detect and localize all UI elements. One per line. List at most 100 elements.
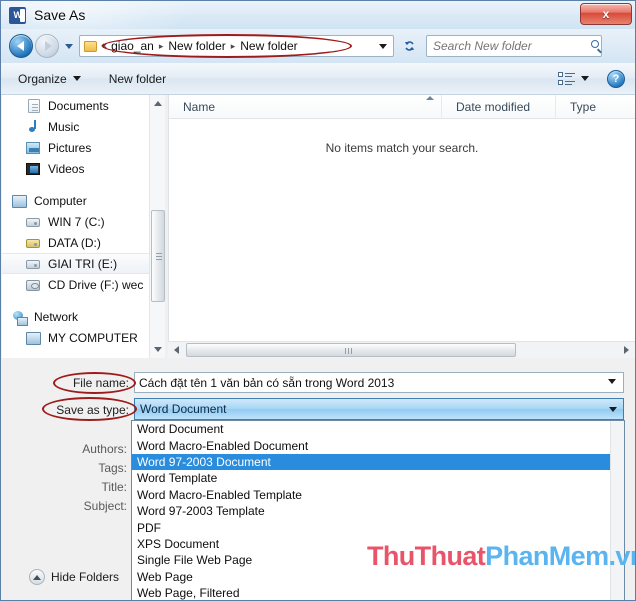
new-folder-label: New folder: [108, 71, 167, 86]
dropdown-option-pdf[interactable]: PDF: [132, 519, 624, 535]
sidebar-item-my-computer[interactable]: MY COMPUTER: [2, 327, 154, 348]
dropdown-option-word-document[interactable]: Word Document: [132, 421, 624, 437]
hard-drive-icon: [26, 214, 42, 230]
chevron-down-icon: [154, 347, 162, 352]
file-name-dropdown-button[interactable]: [608, 379, 616, 384]
file-name-input[interactable]: [134, 372, 624, 393]
watermark-part-1: ThuThuat: [367, 541, 486, 571]
search-input[interactable]: [433, 39, 590, 53]
sort-ascending-icon: [426, 95, 434, 100]
hard-drive-icon: [26, 235, 42, 251]
sidebar-item-pictures[interactable]: Pictures: [2, 137, 154, 158]
chevron-down-icon: [609, 407, 617, 412]
dropdown-option-word-template[interactable]: Word Template: [132, 470, 624, 486]
hide-folders-button[interactable]: Hide Folders: [29, 569, 119, 585]
page-title: Save As: [34, 7, 86, 23]
column-header-name-label: Name: [183, 99, 216, 114]
toolbar-right-group: ?: [558, 69, 635, 88]
sidebar-item-videos[interactable]: Videos: [2, 158, 154, 179]
sidebar-scrollbar[interactable]: [149, 95, 165, 358]
dropdown-option-word-macro-enabled-template[interactable]: Word Macro-Enabled Template: [132, 487, 624, 503]
title-bar: W Save As x: [1, 1, 635, 29]
watermark-part-2: PhanMem.vn: [485, 541, 636, 571]
forward-arrow-icon: [44, 41, 52, 51]
sidebar-item-win-7-c[interactable]: WIN 7 (C:): [2, 211, 154, 232]
save-as-type-dropdown-list[interactable]: Word Document Word Macro-Enabled Document…: [131, 420, 625, 600]
word-icon: W: [9, 6, 26, 24]
chevron-down-icon: [608, 379, 616, 384]
column-header-type[interactable]: Type: [555, 94, 635, 119]
breadcrumb[interactable]: « giao_an ▸ New folder ▸ New folder: [79, 35, 394, 57]
sidebar-item-giai-tri-e[interactable]: GIAI TRI (E:): [2, 253, 154, 274]
recent-pages-dropdown[interactable]: [63, 34, 75, 58]
organize-button[interactable]: Organize: [9, 67, 90, 91]
computer-icon: [26, 330, 42, 346]
sidebar-scroll-down-button[interactable]: [150, 341, 166, 358]
column-header-name[interactable]: Name: [169, 95, 441, 119]
new-folder-button[interactable]: New folder: [100, 67, 175, 91]
sidebar-scroll-up-button[interactable]: [150, 95, 166, 112]
file-list-horizontal-scrollbar[interactable]: [168, 341, 635, 358]
breadcrumb-dropdown-button[interactable]: [379, 43, 387, 49]
forward-button[interactable]: [35, 34, 59, 58]
scroll-right-button[interactable]: [618, 343, 635, 358]
document-icon: [26, 98, 42, 114]
search-box[interactable]: [426, 35, 602, 57]
help-icon[interactable]: ?: [607, 69, 625, 88]
sidebar-item-data-d[interactable]: DATA (D:): [2, 232, 154, 253]
back-arrow-icon: [16, 41, 24, 51]
chevron-down-icon: [72, 76, 81, 81]
chevron-up-circle-icon: [29, 569, 45, 585]
hard-drive-icon: [26, 256, 42, 272]
column-header-date-modified[interactable]: Date modified: [441, 94, 555, 119]
tags-label: Tags:: [98, 461, 127, 475]
word-icon-page: [20, 8, 25, 22]
music-icon: [26, 119, 42, 135]
breadcrumb-item-new-folder-2[interactable]: New folder: [240, 39, 297, 53]
chevron-down-icon: [65, 43, 73, 49]
breadcrumb-separator-icon: ▸: [230, 40, 236, 51]
sidebar-item-network[interactable]: Network: [2, 306, 154, 327]
dropdown-scrollbar[interactable]: [610, 421, 624, 600]
refresh-button[interactable]: [398, 35, 420, 57]
save-as-dialog: W Save As x « giao_an ▸ New folder ▸ New…: [0, 0, 636, 601]
file-list-pane[interactable]: Name Date modified Type No items match y…: [168, 94, 635, 341]
save-as-type-combobox[interactable]: Word Document: [134, 398, 624, 420]
toolbar: Organize New folder ?: [1, 63, 635, 95]
sidebar-item-label: WIN 7 (C:): [48, 214, 105, 229]
horizontal-scrollbar-thumb[interactable]: [186, 343, 516, 357]
video-icon: [26, 161, 42, 177]
back-button[interactable]: [9, 34, 33, 58]
breadcrumb-item-new-folder-1[interactable]: New folder: [168, 39, 225, 53]
view-dropdown-button[interactable]: [581, 76, 589, 81]
dropdown-option-web-page-filtered[interactable]: Web Page, Filtered: [132, 585, 624, 600]
sidebar-item-label: GIAI TRI (E:): [48, 256, 118, 271]
sidebar-scrollbar-thumb[interactable]: [151, 210, 165, 302]
sidebar-item-computer[interactable]: Computer: [2, 190, 154, 211]
close-button[interactable]: x: [580, 3, 632, 25]
dropdown-option-word-macro-enabled-document[interactable]: Word Macro-Enabled Document: [132, 437, 624, 453]
save-as-type-value: Word Document: [140, 402, 227, 416]
watermark: ThuThuatPhanMem.vn: [367, 541, 636, 572]
picture-icon: [26, 140, 42, 156]
breadcrumb-overflow[interactable]: «: [101, 40, 107, 52]
file-name-label: File name:: [72, 376, 129, 390]
save-as-type-label: Save as type:: [56, 403, 129, 417]
sidebar-item-label: MY COMPUTER: [48, 330, 138, 345]
column-header-row: Name Date modified Type: [169, 94, 635, 119]
sidebar-item-music[interactable]: Music: [2, 116, 154, 137]
navigation-pane[interactable]: Documents Music Pictures Videos Computer WIN …: [2, 95, 154, 358]
chevron-down-icon: [581, 76, 589, 81]
network-icon: [12, 309, 28, 326]
breadcrumb-item-giao-an[interactable]: giao_an: [111, 39, 154, 53]
hide-folders-label: Hide Folders: [51, 570, 120, 584]
sidebar-item-cd-drive-f-wec[interactable]: CD Drive (F:) wec: [2, 274, 154, 295]
dropdown-option-word-97-2003-document[interactable]: Word 97-2003 Document: [132, 453, 624, 471]
sidebar-item-documents[interactable]: Documents: [2, 95, 154, 116]
subject-label: Subject:: [83, 499, 127, 513]
list-view-icon[interactable]: [558, 71, 575, 86]
cd-drive-icon: [26, 277, 42, 293]
dropdown-option-word-97-2003-template[interactable]: Word 97-2003 Template: [132, 503, 624, 519]
scroll-left-button[interactable]: [168, 343, 185, 358]
